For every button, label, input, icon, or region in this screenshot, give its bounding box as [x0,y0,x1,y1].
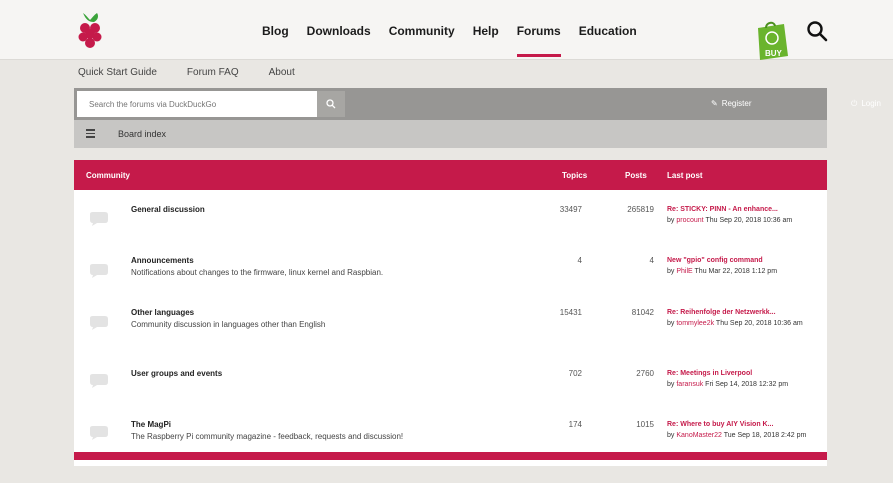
forum-row-user-groups: User groups and events 702 2760 Re: Meet… [74,356,827,410]
last-post-title[interactable]: Re: Meetings in Liverpool [667,368,823,379]
topics-count: 15431 [559,308,582,317]
forum-read-icon [90,374,108,388]
forum-title[interactable]: General discussion [131,205,205,214]
posts-count: 2760 [636,369,654,378]
forum-panel-header: Community Topics Posts Last post [74,160,827,190]
last-post-title[interactable]: Re: Where to buy AIY Vision K... [667,419,823,430]
main-nav: Blog Downloads Community Help Forums Edu… [262,24,655,57]
breadcrumb-board-index[interactable]: Board index [118,129,166,139]
forum-description: The Raspberry Pi community magazine - fe… [131,432,404,441]
raspberry-pi-logo-icon[interactable] [74,10,106,50]
pencil-icon: ✎ [711,99,718,108]
last-post-user[interactable]: procount [676,217,703,224]
last-post-date: Thu Mar 22, 2018 1:12 pm [694,268,778,275]
last-post: Re: Where to buy AIY Vision K... by Kano… [667,419,823,441]
last-post-user[interactable]: tommylee2k [676,320,714,327]
last-post-title[interactable]: Re: STICKY: PINN - An enhance... [667,204,823,215]
header-posts: Posts [625,171,647,180]
forum-description: Notifications about changes to the firmw… [131,268,384,277]
forum-subnav: Quick Start Guide Forum FAQ About [78,67,325,78]
last-post: New "gpio" config command by PhilE Thu M… [667,255,823,277]
forum-search-bar: ✎Register ⏻Login [74,88,881,120]
breadcrumb-bar: Board index [74,120,827,148]
last-post: Re: Reihenfolge der Netzwerkk... by tomm… [667,307,823,329]
last-post-by: by [667,268,675,275]
forum-title[interactable]: The MagPi [131,420,171,429]
header-last-post: Last post [667,171,703,180]
forum-read-icon [90,212,108,226]
topics-count: 4 [577,256,582,265]
topics-count: 174 [568,420,582,429]
forum-title[interactable]: User groups and events [131,369,222,378]
nav-downloads[interactable]: Downloads [307,24,371,44]
forum-row-general-discussion: General discussion 33497 265819 Re: STIC… [74,194,827,248]
last-post-date: Thu Sep 20, 2018 10:36 am [715,320,803,327]
header-community[interactable]: Community [86,171,130,180]
last-post-by: by [667,320,675,327]
last-post-date: Fri Sep 14, 2018 12:32 pm [705,381,789,388]
menu-icon[interactable] [86,129,95,138]
forum-title[interactable]: Other languages [131,308,194,317]
login-label: Login [861,99,881,108]
forum-search-input[interactable] [77,91,317,117]
last-post-date: Thu Sep 20, 2018 10:36 am [705,217,793,224]
search-icon[interactable] [806,20,828,42]
register-link[interactable]: ✎ Register [711,99,752,108]
forum-read-icon [90,426,108,440]
last-post: Re: STICKY: PINN - An enhance... by proc… [667,204,823,226]
buy-label: BUY [765,49,783,58]
subnav-forum-faq[interactable]: Forum FAQ [187,67,239,78]
forum-read-icon [90,264,108,278]
forum-panel: Community Topics Posts Last post General… [74,160,827,466]
last-post-by: by [667,217,675,224]
header-topics: Topics [562,171,588,180]
last-post-by: by [667,432,675,439]
topics-count: 702 [568,369,582,378]
last-post-date: Tue Sep 18, 2018 2:42 pm [723,432,807,439]
subnav-quick-start[interactable]: Quick Start Guide [78,67,157,78]
posts-count: 4 [649,256,654,265]
last-post-user[interactable]: faransuk [676,381,703,388]
subnav-about[interactable]: About [269,67,295,78]
last-post-user[interactable]: KanoMaster22 [676,432,722,439]
last-post-title[interactable]: Re: Reihenfolge der Netzwerkk... [667,307,823,318]
buy-bag-icon[interactable]: BUY [752,16,790,64]
top-navigation: Blog Downloads Community Help Forums Edu… [0,0,893,60]
posts-count: 265819 [627,205,654,214]
last-post-title[interactable]: New "gpio" config command [667,255,823,266]
forum-read-icon [90,316,108,330]
posts-count: 1015 [636,420,654,429]
forum-row-other-languages: Other languages Community discussion in … [74,298,827,352]
register-label: Register [721,99,752,108]
last-post: Re: Meetings in Liverpool by faransuk Fr… [667,368,823,390]
last-post-user[interactable]: PhilE [676,268,692,275]
power-icon: ⏻ [851,99,858,108]
nav-help[interactable]: Help [473,24,499,44]
topics-count: 33497 [559,205,582,214]
last-post-by: by [667,381,675,388]
nav-blog[interactable]: Blog [262,24,289,44]
forum-description: Community discussion in languages other … [131,320,326,329]
nav-community[interactable]: Community [389,24,455,44]
posts-count: 81042 [631,308,654,317]
search-icon [326,99,336,109]
forum-row-announcements: Announcements Notifications about change… [74,246,827,300]
login-link[interactable]: ⏻ Login [851,99,881,109]
nav-education[interactable]: Education [579,24,637,44]
nav-forums[interactable]: Forums [516,24,561,57]
forum-title[interactable]: Announcements [131,256,194,265]
next-panel-header [74,452,827,460]
forum-search-button[interactable] [317,91,345,117]
